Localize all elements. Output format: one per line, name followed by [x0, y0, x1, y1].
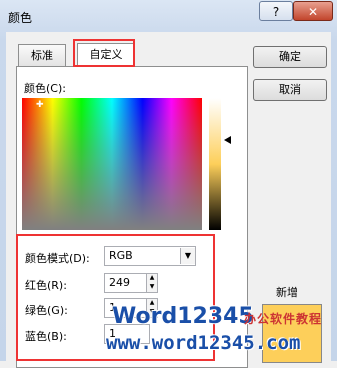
- color-model-label: 颜色模式(D):: [25, 252, 90, 265]
- red-input[interactable]: 249: [104, 273, 150, 293]
- dialog-title: 颜色: [8, 11, 33, 25]
- spin-down-icon[interactable]: ▼: [147, 283, 157, 292]
- chevron-down-icon[interactable]: ▼: [180, 248, 195, 264]
- title-bar: 颜色 ? ✕: [0, 0, 337, 32]
- watermark: Word12345 办公软件教程 www.word12345.com: [106, 300, 337, 361]
- green-label: 绿色(G):: [25, 304, 68, 317]
- luminance-slider[interactable]: [209, 98, 221, 230]
- tab-highlight-box: [73, 39, 135, 67]
- color-model-value: RGB: [109, 249, 133, 262]
- red-spinner[interactable]: ▲ ▼: [146, 273, 158, 293]
- watermark-subtitle: 办公软件教程: [244, 312, 323, 326]
- blue-label: 蓝色(B):: [25, 330, 67, 343]
- color-dialog: 颜色 ? ✕ 标准 自定义 确定 取消 颜色(C): ✚ 颜色模式(D): RG…: [0, 0, 337, 368]
- ok-button[interactable]: 确定: [253, 46, 327, 68]
- luminance-arrow-icon[interactable]: [224, 136, 231, 144]
- cancel-button[interactable]: 取消: [253, 79, 327, 101]
- help-button[interactable]: ?: [259, 1, 293, 21]
- spin-up-icon[interactable]: ▲: [147, 274, 157, 283]
- watermark-url: www.word12345.com: [106, 332, 301, 354]
- close-button[interactable]: ✕: [293, 1, 333, 21]
- tab-standard[interactable]: 标准: [18, 44, 66, 66]
- new-color-label: 新增: [276, 286, 298, 299]
- red-value: 249: [109, 276, 130, 289]
- crosshair-icon: ✚: [36, 100, 44, 110]
- colors-label: 颜色(C):: [24, 82, 66, 95]
- red-label: 红色(R):: [25, 279, 67, 292]
- color-spectrum[interactable]: ✚: [22, 98, 202, 230]
- watermark-brand: Word12345: [112, 304, 254, 329]
